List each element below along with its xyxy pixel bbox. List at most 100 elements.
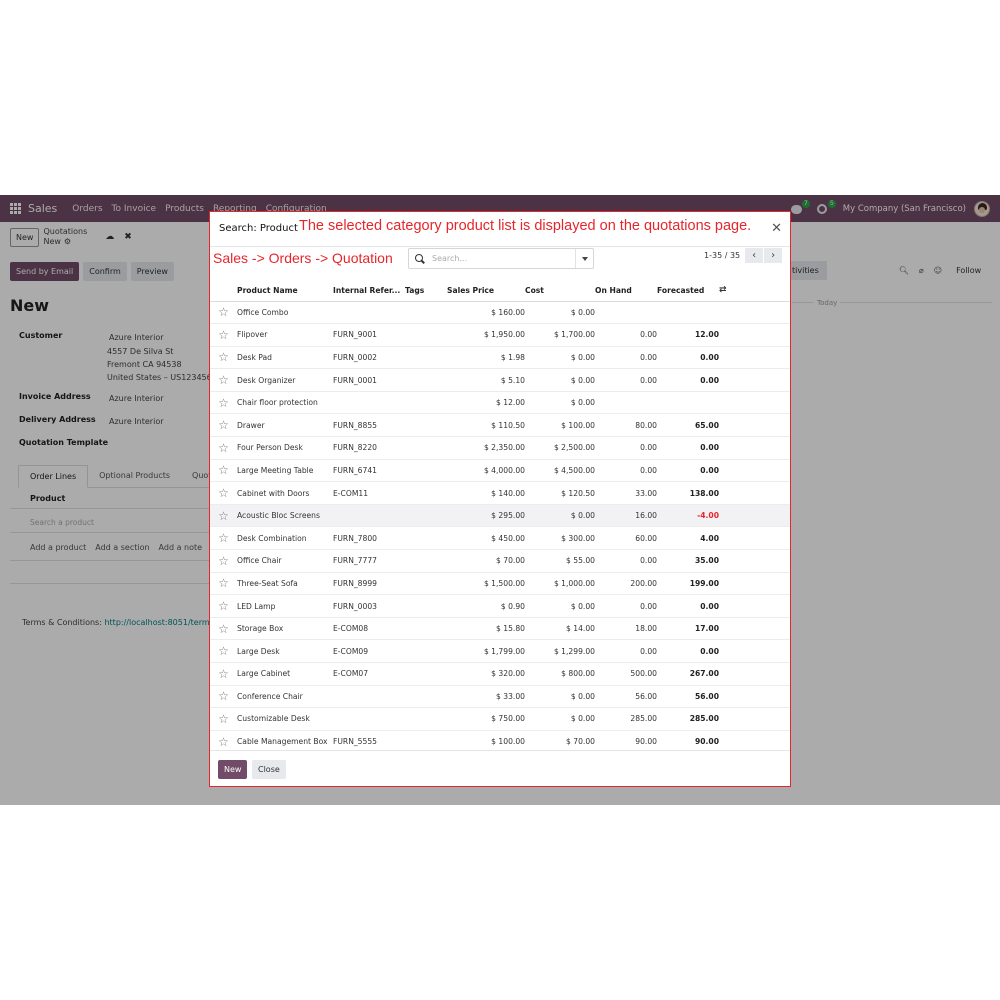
cell-product-name: Three-Seat Sofa — [237, 572, 333, 596]
column-internal-reference[interactable]: Internal Refer... — [333, 280, 405, 302]
cell-cost: $ 14.00 — [525, 617, 595, 641]
cell-spacer — [719, 685, 790, 709]
table-row[interactable]: ☆ Large Cabinet E-COM07 $ 320.00 $ 800.00 500… — [210, 662, 790, 686]
cell-internal-reference — [333, 391, 405, 415]
cell-cost: $ 0.00 — [525, 368, 595, 392]
cell-on-hand: 56.00 — [595, 685, 657, 709]
table-row[interactable]: ☆ Office Combo $ 160.00 $ 0.00 — [210, 301, 790, 325]
cell-on-hand: 0.00 — [595, 346, 657, 370]
cell-on-hand: 0.00 — [595, 459, 657, 483]
cell-forecasted: 0.00 — [657, 594, 719, 618]
cell-forecasted — [657, 391, 719, 415]
cell-internal-reference: FURN_0003 — [333, 594, 405, 618]
column-sales-price[interactable]: Sales Price — [447, 280, 525, 302]
cell-internal-reference — [333, 707, 405, 731]
cell-internal-reference: FURN_9001 — [333, 323, 405, 347]
dialog-footer: New Close — [210, 750, 790, 786]
favorite-star-icon[interactable]: ☆ — [210, 368, 237, 392]
favorite-star-icon[interactable]: ☆ — [210, 436, 237, 460]
pager: 1-35 / 35 ‹ › — [704, 248, 783, 263]
close-dialog-button[interactable]: Close — [252, 760, 286, 779]
column-cost[interactable]: Cost — [525, 280, 595, 302]
cell-on-hand: 500.00 — [595, 662, 657, 686]
table-row[interactable]: ☆ Large Desk E-COM09 $ 1,799.00 $ 1,299.00 0.… — [210, 639, 790, 663]
cell-on-hand: 0.00 — [595, 323, 657, 347]
table-row[interactable]: ☆ Chair floor protection $ 12.00 $ 0.00 — [210, 391, 790, 415]
favorite-star-icon[interactable]: ☆ — [210, 413, 237, 438]
favorite-star-icon[interactable]: ☆ — [210, 301, 237, 325]
pager-next-button[interactable]: › — [764, 248, 783, 263]
cell-cost: $ 1,299.00 — [525, 639, 595, 663]
column-tags[interactable]: Tags — [405, 280, 447, 302]
favorite-star-icon[interactable]: ☆ — [210, 617, 237, 641]
favorite-star-icon[interactable]: ☆ — [210, 504, 237, 528]
table-row[interactable]: ☆ Flipover FURN_9001 $ 1,950.00 $ 1,700.00 0.… — [210, 323, 790, 347]
favorite-star-icon[interactable]: ☆ — [210, 323, 237, 347]
cell-sales-price: $ 2,350.00 — [447, 436, 525, 460]
pager-value[interactable]: 1-35 / 35 — [704, 251, 740, 260]
favorite-star-icon[interactable]: ☆ — [210, 639, 237, 663]
cell-cost: $ 0.00 — [525, 504, 595, 528]
table-row[interactable]: ☆ Large Meeting Table FURN_6741 $ 4,000.00 $… — [210, 459, 790, 483]
cell-product-name: Customizable Desk — [237, 707, 333, 731]
table-row[interactable]: ☆ Three-Seat Sofa FURN_8999 $ 1,500.00 $ 1,0… — [210, 572, 790, 596]
pager-buttons: ‹ › — [745, 248, 783, 263]
cell-internal-reference: E-COM11 — [333, 481, 405, 505]
product-search-input[interactable]: Search... — [408, 248, 594, 269]
new-product-button[interactable]: New — [218, 760, 248, 779]
cell-sales-price: $ 295.00 — [447, 504, 525, 528]
favorite-star-icon[interactable]: ☆ — [210, 391, 237, 415]
cell-forecasted: 17.00 — [657, 617, 719, 641]
cell-internal-reference: FURN_8855 — [333, 413, 405, 438]
cell-product-name: Large Desk — [237, 639, 333, 663]
table-row[interactable]: ☆ Drawer FURN_8855 $ 110.50 $ 100.00 80.00 65.… — [210, 413, 790, 438]
favorite-star-icon[interactable]: ☆ — [210, 526, 237, 551]
table-row[interactable]: ☆ Desk Pad FURN_0002 $ 1.98 $ 0.00 0.00 0.00 — [210, 346, 790, 370]
column-on-hand[interactable]: On Hand — [595, 280, 657, 302]
cell-tags — [405, 481, 447, 505]
table-row[interactable]: ☆ Customizable Desk $ 750.00 $ 0.00 285.00 28… — [210, 707, 790, 731]
favorite-star-icon[interactable]: ☆ — [210, 481, 237, 505]
table-row[interactable]: ☆ Desk Combination FURN_7800 $ 450.00 $ 300.… — [210, 526, 790, 551]
cell-cost: $ 1,000.00 — [525, 572, 595, 596]
table-row[interactable]: ☆ Office Chair FURN_7777 $ 70.00 $ 55.00 0.00… — [210, 549, 790, 573]
cell-on-hand: 0.00 — [595, 594, 657, 618]
table-row[interactable]: ☆ Acoustic Bloc Screens $ 295.00 $ 0.00 16.0… — [210, 504, 790, 528]
favorite-star-icon[interactable]: ☆ — [210, 572, 237, 596]
cell-product-name: Flipover — [237, 323, 333, 347]
chevron-down-icon[interactable] — [575, 249, 593, 268]
cell-sales-price: $ 0.90 — [447, 594, 525, 618]
cell-on-hand: 200.00 — [595, 572, 657, 596]
favorite-star-icon[interactable]: ☆ — [210, 594, 237, 618]
cell-forecasted: 35.00 — [657, 549, 719, 573]
pager-previous-button[interactable]: ‹ — [745, 248, 764, 263]
optional-columns-toggle[interactable]: ⇄ — [719, 280, 790, 302]
cell-internal-reference: FURN_8999 — [333, 572, 405, 596]
table-row[interactable]: ☆ Desk Organizer FURN_0001 $ 5.10 $ 0.00 0.00… — [210, 368, 790, 392]
favorite-star-icon[interactable]: ☆ — [210, 707, 237, 731]
column-settings-icon: ⇄ — [719, 285, 727, 296]
cell-product-name: Cabinet with Doors — [237, 481, 333, 505]
dialog-header-divider — [210, 246, 790, 247]
cell-internal-reference — [333, 504, 405, 528]
close-icon[interactable]: ✕ — [771, 222, 782, 235]
cell-cost: $ 0.00 — [525, 391, 595, 415]
favorite-star-icon[interactable]: ☆ — [210, 346, 237, 370]
table-row[interactable]: ☆ Conference Chair $ 33.00 $ 0.00 56.00 56.00 — [210, 685, 790, 709]
table-row[interactable]: ☆ LED Lamp FURN_0003 $ 0.90 $ 0.00 0.00 0.00 — [210, 594, 790, 618]
cell-sales-price: $ 1,500.00 — [447, 572, 525, 596]
favorite-star-icon[interactable]: ☆ — [210, 662, 237, 686]
table-row[interactable]: ☆ Four Person Desk FURN_8220 $ 2,350.00 $ 2,… — [210, 436, 790, 460]
table-header-row: Product Name Internal Refer... Tags Sale… — [210, 280, 790, 302]
favorite-star-icon[interactable]: ☆ — [210, 685, 237, 709]
cell-cost: $ 800.00 — [525, 662, 595, 686]
table-row[interactable]: ☆ Storage Box E-COM08 $ 15.80 $ 14.00 18.00 17… — [210, 617, 790, 641]
favorite-star-icon[interactable]: ☆ — [210, 459, 237, 483]
cell-product-name: Desk Combination — [237, 526, 333, 551]
cell-product-name: Conference Chair — [237, 685, 333, 709]
favorite-star-icon[interactable]: ☆ — [210, 549, 237, 573]
column-product-name[interactable]: Product Name — [237, 280, 333, 302]
table-row[interactable]: ☆ Cabinet with Doors E-COM11 $ 140.00 $ 120.… — [210, 481, 790, 505]
cell-internal-reference: FURN_6741 — [333, 459, 405, 483]
column-forecasted[interactable]: Forecasted — [657, 280, 719, 302]
